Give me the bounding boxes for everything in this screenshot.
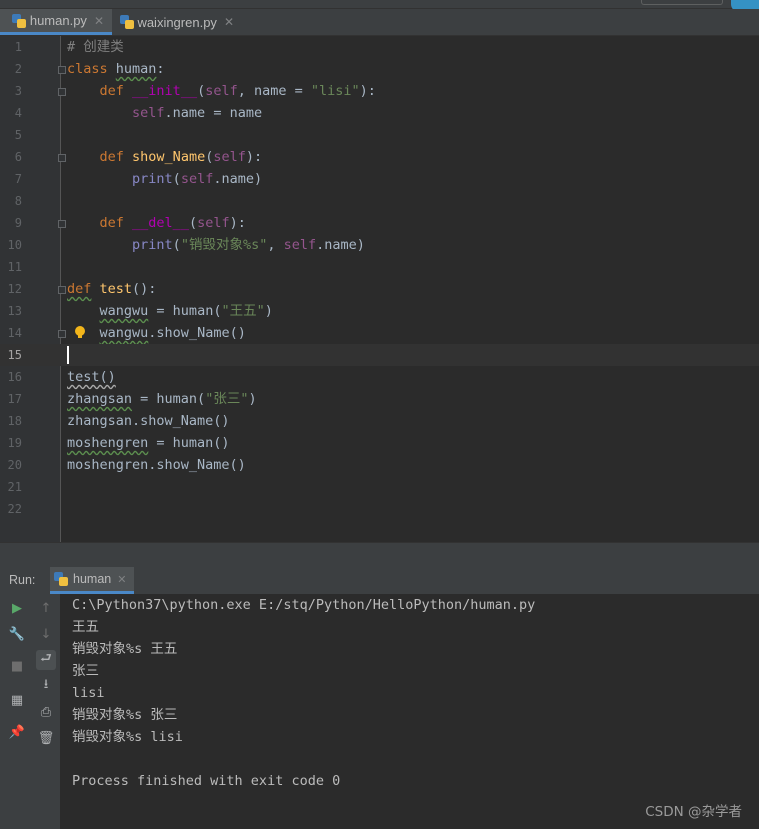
console-line: C:\Python37\python.exe E:/stq/Python/Hel… [72, 597, 536, 613]
python-file-icon [120, 15, 134, 29]
console-line: lisi [72, 685, 105, 701]
code-editor[interactable]: 1 # 创建类 2 class human: 3 def __init__(self… [0, 36, 759, 542]
title-strip [0, 0, 759, 12]
console-line: 销毁对象%s lisi [72, 729, 183, 745]
code-line: 16 test() [7, 369, 116, 385]
editor-tab-bar: human.py ✕ waixingren.py ✕ [0, 9, 759, 36]
close-icon[interactable]: ✕ [117, 573, 126, 586]
run-tool-window-header: Run: human ✕ [0, 567, 759, 595]
python-file-icon [12, 13, 26, 28]
tab-human-py[interactable]: human.py ✕ [0, 9, 112, 35]
print-icon[interactable]: ⎙ [36, 702, 56, 722]
wrench-icon[interactable]: 🔧 [7, 624, 27, 644]
tab-waixingren-py[interactable]: waixingren.py ✕ [112, 9, 242, 35]
layout-icon[interactable]: ▦ [7, 690, 27, 710]
code-line: 5 [14, 128, 22, 142]
console-line: 销毁对象%s 王五 [72, 641, 178, 657]
console-line: 销毁对象%s 张三 [72, 707, 178, 723]
arrow-up-icon[interactable]: ↑ [36, 598, 56, 618]
close-icon[interactable]: ✕ [224, 15, 234, 29]
code-line: 2 class human: [14, 61, 165, 77]
stop-icon[interactable]: ■ [7, 656, 27, 676]
python-file-icon [54, 572, 68, 586]
run-toolbar-secondary: ↑ ↓ ⮐ ⭳ ⎙ 🗑 [32, 594, 61, 829]
panel-splitter[interactable] [0, 542, 759, 568]
pin-icon[interactable]: 📌 [7, 722, 27, 742]
code-line: 8 [14, 194, 22, 208]
code-line: 6 def show_Name(self): [14, 149, 263, 165]
tab-label: waixingren.py [137, 14, 217, 30]
code-line: 14 wangwu.show_Name() [7, 325, 246, 341]
code-line: 12 def test(): [7, 281, 157, 297]
play-icon[interactable]: ▶ [7, 598, 27, 618]
scroll-to-end-icon[interactable]: ⭳ [36, 676, 56, 696]
code-line: 19 moshengren = human() [7, 435, 230, 451]
code-line: 9 def __del__(self): [14, 215, 246, 231]
fold-marker-icon[interactable] [58, 220, 66, 228]
code-line: 21 [7, 480, 22, 494]
code-line: 11 [7, 260, 22, 274]
code-line: 1 # 创建类 [14, 39, 124, 55]
fold-marker-icon[interactable] [58, 330, 66, 338]
console-line: 王五 [72, 619, 99, 635]
code-line: 10 print("销毁对象%s", self.name) [7, 237, 365, 253]
close-icon[interactable]: ✕ [94, 14, 104, 28]
run-label: Run: [9, 573, 36, 587]
code-line: 20 moshengren.show_Name() [7, 457, 246, 473]
console-line: Process finished with exit code 0 [72, 773, 341, 789]
search-box[interactable] [641, 0, 723, 5]
run-toolbar-primary: ▶ 🔧 ■ ▦ 📌 [0, 594, 33, 829]
code-line: 13 wangwu = human("王五") [7, 303, 273, 319]
fold-marker-icon[interactable] [58, 66, 66, 74]
run-tab-human[interactable]: human ✕ [50, 567, 134, 594]
arrow-down-icon[interactable]: ↓ [36, 624, 56, 644]
fold-marker-icon[interactable] [58, 154, 66, 162]
fold-marker-icon[interactable] [58, 286, 66, 294]
run-tab-label: human [73, 572, 112, 586]
code-line: 18 zhangsan.show_Name() [7, 413, 230, 429]
text-caret [67, 346, 69, 364]
fold-marker-icon[interactable] [58, 88, 66, 96]
watermark: CSDN @杂学者 [645, 804, 742, 820]
code-line: 17 zhangsan = human("张三") [7, 391, 257, 407]
tab-label: human.py [29, 13, 87, 28]
console-line: 张三 [72, 663, 99, 679]
code-line: 4 self.name = name [14, 105, 263, 121]
console-output[interactable]: C:\Python37\python.exe E:/stq/Python/Hel… [61, 594, 759, 829]
current-code-line: 15 [0, 344, 759, 366]
code-line: 7 print(self.name) [14, 171, 263, 187]
code-line: 3 def __init__(self, name = "lisi"): [14, 83, 376, 99]
trash-icon[interactable]: 🗑 [36, 728, 56, 748]
soft-wrap-icon[interactable]: ⮐ [36, 650, 56, 670]
code-line: 22 [7, 502, 22, 516]
